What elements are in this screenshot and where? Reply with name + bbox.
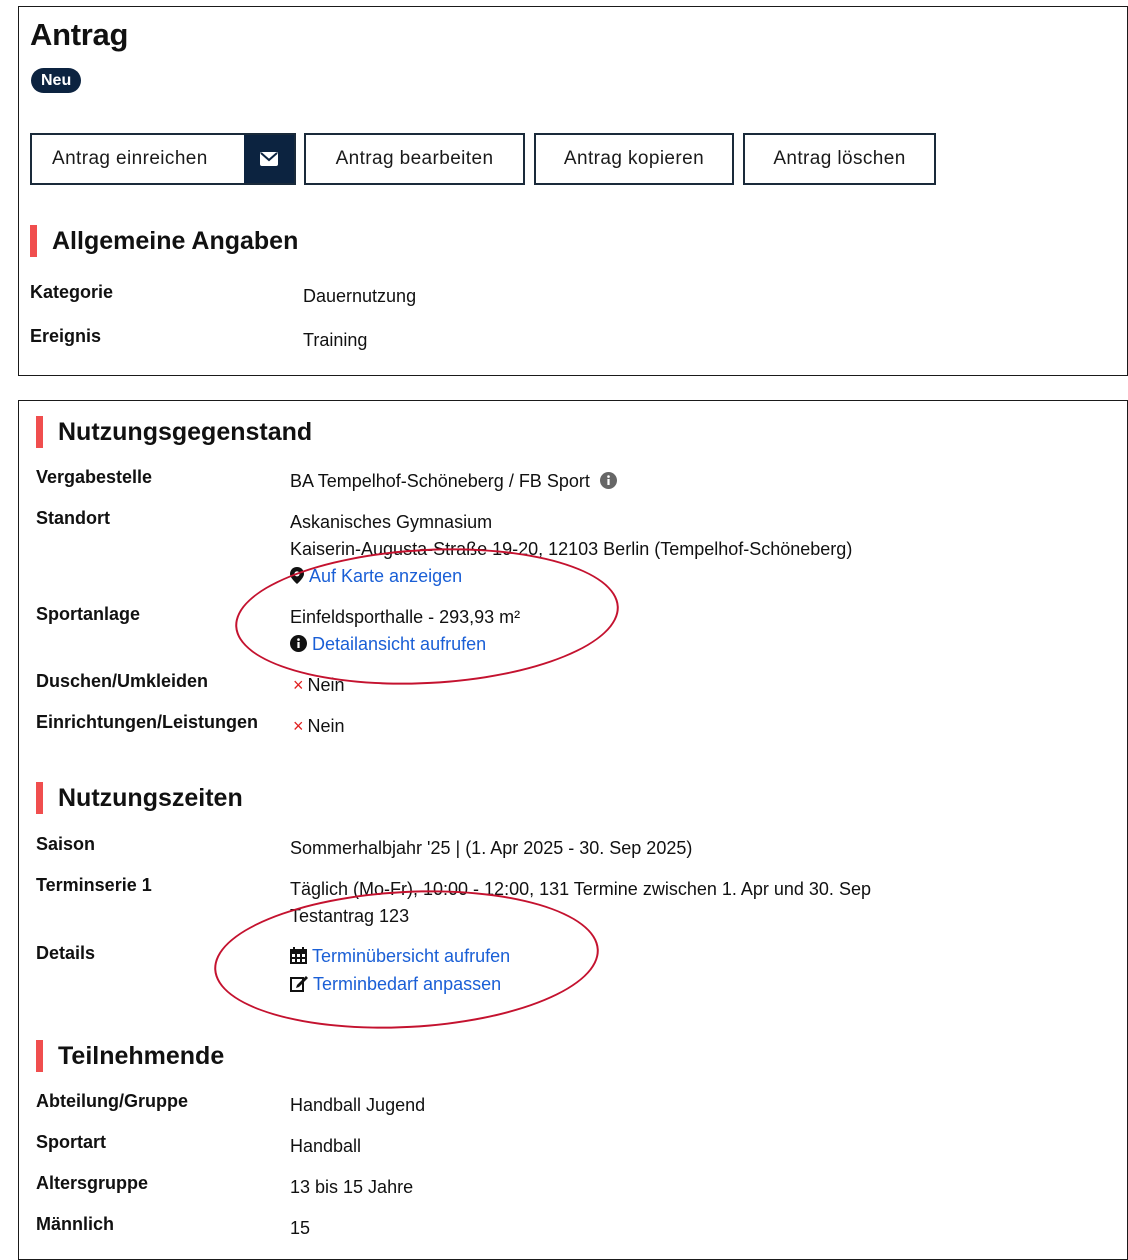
copy-application-button[interactable]: Antrag kopieren xyxy=(534,133,734,185)
value-standort-name: Askanisches Gymnasium xyxy=(290,512,493,532)
application-details-panel: Nutzungsgegenstand Vergabestelle BA Temp… xyxy=(18,400,1128,1260)
einrichtungen-text: Nein xyxy=(307,716,345,736)
value-abteilung: Handball Jugend xyxy=(290,1095,426,1115)
accent-bar xyxy=(36,1040,43,1072)
annotation-ellipse-details xyxy=(210,881,603,1038)
section-heading-text: Nutzungszeiten xyxy=(58,783,243,812)
value-saison: Sommerhalbjahr '25 | (1. Apr 2025 - 30. … xyxy=(290,838,693,858)
section-heading-text: Teilnehmende xyxy=(58,1041,225,1070)
label-sportart: Sportart xyxy=(36,1132,107,1152)
section-heading-general: Allgemeine Angaben xyxy=(30,225,298,257)
label-ereignis: Ereignis xyxy=(30,326,102,346)
label-terminserie: Terminserie 1 xyxy=(36,875,152,895)
annotation-ellipse-sportanlage xyxy=(231,539,623,694)
application-header-panel: Antrag Neu Antrag einreichen Antrag bear… xyxy=(18,6,1128,376)
delete-application-button[interactable]: Antrag löschen xyxy=(743,133,936,185)
value-sportart: Handball xyxy=(290,1136,362,1156)
value-ereignis: Training xyxy=(303,330,368,350)
envelope-icon xyxy=(244,135,294,183)
label-einrichtungen: Einrichtungen/Leistungen xyxy=(36,712,259,732)
section-heading-text: Allgemeine Angaben xyxy=(52,226,299,255)
edit-application-button[interactable]: Antrag bearbeiten xyxy=(304,133,525,185)
value-maennlich: 15 xyxy=(290,1218,311,1238)
label-altersgruppe: Altersgruppe xyxy=(36,1173,149,1193)
section-heading-participants: Teilnehmende xyxy=(36,1040,224,1072)
value-altersgruppe: 13 bis 15 Jahre xyxy=(290,1177,414,1197)
label-maennlich: Männlich xyxy=(36,1214,115,1234)
value-vergabestelle: BA Tempelhof-Schöneberg / FB Sport xyxy=(290,471,622,494)
label-kategorie: Kategorie xyxy=(30,282,114,302)
section-heading-times: Nutzungszeiten xyxy=(36,782,243,814)
cross-icon: × xyxy=(293,716,304,736)
label-sportanlage: Sportanlage xyxy=(36,604,141,624)
accent-bar xyxy=(36,416,43,448)
section-heading-subject: Nutzungsgegenstand xyxy=(36,416,312,448)
label-standort: Standort xyxy=(36,508,110,528)
submit-application-button[interactable]: Antrag einreichen xyxy=(30,133,296,185)
label-details: Details xyxy=(36,943,96,963)
label-duschen: Duschen/Umkleiden xyxy=(36,671,209,691)
accent-bar xyxy=(36,782,43,814)
value-einrichtungen: × Nein xyxy=(293,716,345,737)
info-icon[interactable] xyxy=(599,472,617,494)
value-kategorie: Dauernutzung xyxy=(303,286,417,306)
accent-bar xyxy=(30,225,37,257)
section-heading-text: Nutzungsgegenstand xyxy=(58,417,313,446)
submit-button-label: Antrag einreichen xyxy=(52,148,208,169)
cross-icon: × xyxy=(293,675,304,695)
label-abteilung: Abteilung/Gruppe xyxy=(36,1091,188,1111)
label-vergabestelle: Vergabestelle xyxy=(36,467,153,487)
page-title: Antrag xyxy=(30,17,129,52)
label-saison: Saison xyxy=(36,834,96,854)
vergabestelle-text: BA Tempelhof-Schöneberg / FB Sport xyxy=(290,471,590,491)
status-badge: Neu xyxy=(31,68,82,93)
